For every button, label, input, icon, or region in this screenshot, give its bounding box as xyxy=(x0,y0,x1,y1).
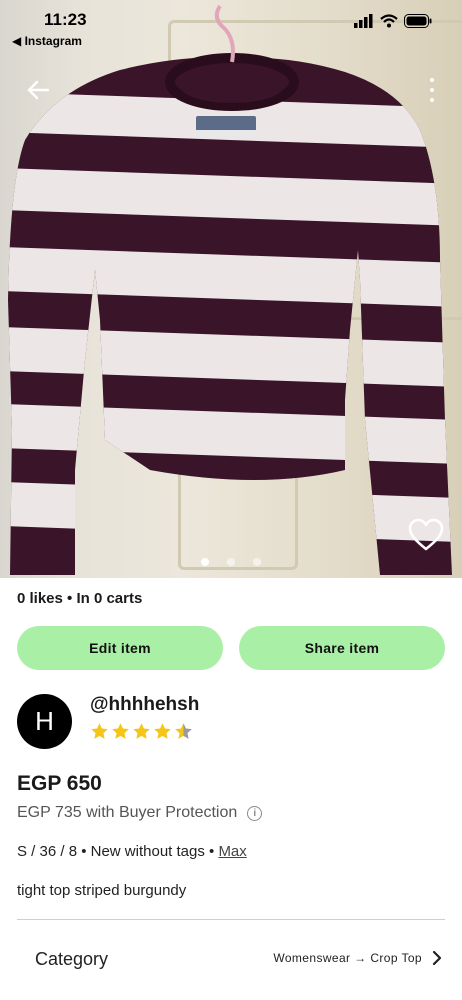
striped-sweater-image xyxy=(8,4,452,575)
pagination-dot[interactable] xyxy=(253,558,261,566)
product-photo[interactable]: 11:23 ◀ Instagram xyxy=(0,0,462,578)
item-size-condition: S / 36 / 8 • New without tags • xyxy=(17,843,219,860)
item-description: tight top striped burgundy xyxy=(17,882,187,899)
category-label[interactable]: Category xyxy=(35,949,108,970)
more-vertical-icon xyxy=(430,78,434,82)
pagination-dot[interactable] xyxy=(227,558,235,566)
chevron-right-icon[interactable] xyxy=(430,950,444,966)
item-details: S / 36 / 8 • New without tags • Max xyxy=(17,843,247,860)
buyer-protection-price[interactable]: EGP 735 with Buyer Protection i xyxy=(17,804,263,822)
edit-item-button[interactable]: Edit item xyxy=(17,626,223,670)
wifi-icon xyxy=(380,14,398,28)
star-icon xyxy=(154,723,171,739)
category-value[interactable]: Womenswear → Crop Top xyxy=(273,951,422,965)
brand-link[interactable]: Max xyxy=(218,843,246,860)
star-icon xyxy=(112,723,129,739)
heart-icon[interactable] xyxy=(408,518,444,552)
star-icon xyxy=(175,723,192,739)
battery-icon xyxy=(404,14,432,28)
status-time: 11:23 xyxy=(44,10,87,29)
arrow-left-icon xyxy=(27,80,49,100)
status-bar: 11:23 ◀ Instagram xyxy=(0,0,462,52)
back-to-instagram-link[interactable]: ◀ Instagram xyxy=(12,34,82,48)
pagination-dot[interactable] xyxy=(201,558,209,566)
seller-rating-stars[interactable] xyxy=(90,722,193,741)
seller-username[interactable]: @hhhhehsh xyxy=(90,694,199,716)
seller-avatar[interactable]: H xyxy=(17,694,72,749)
star-icon xyxy=(133,723,150,739)
photo-pagination[interactable] xyxy=(0,558,462,566)
more-options-button[interactable] xyxy=(424,78,440,102)
likes-carts-stats: 0 likes • In 0 carts xyxy=(17,590,143,607)
item-price: EGP 650 xyxy=(17,772,102,795)
info-icon[interactable]: i xyxy=(247,805,263,821)
buyer-protection-text: EGP 735 with Buyer Protection xyxy=(17,804,238,821)
status-icons xyxy=(354,14,432,28)
share-item-button[interactable]: Share item xyxy=(239,626,445,670)
star-icon xyxy=(91,723,108,739)
back-button[interactable] xyxy=(18,70,58,110)
divider xyxy=(17,919,445,920)
cellular-signal-icon xyxy=(354,14,373,28)
